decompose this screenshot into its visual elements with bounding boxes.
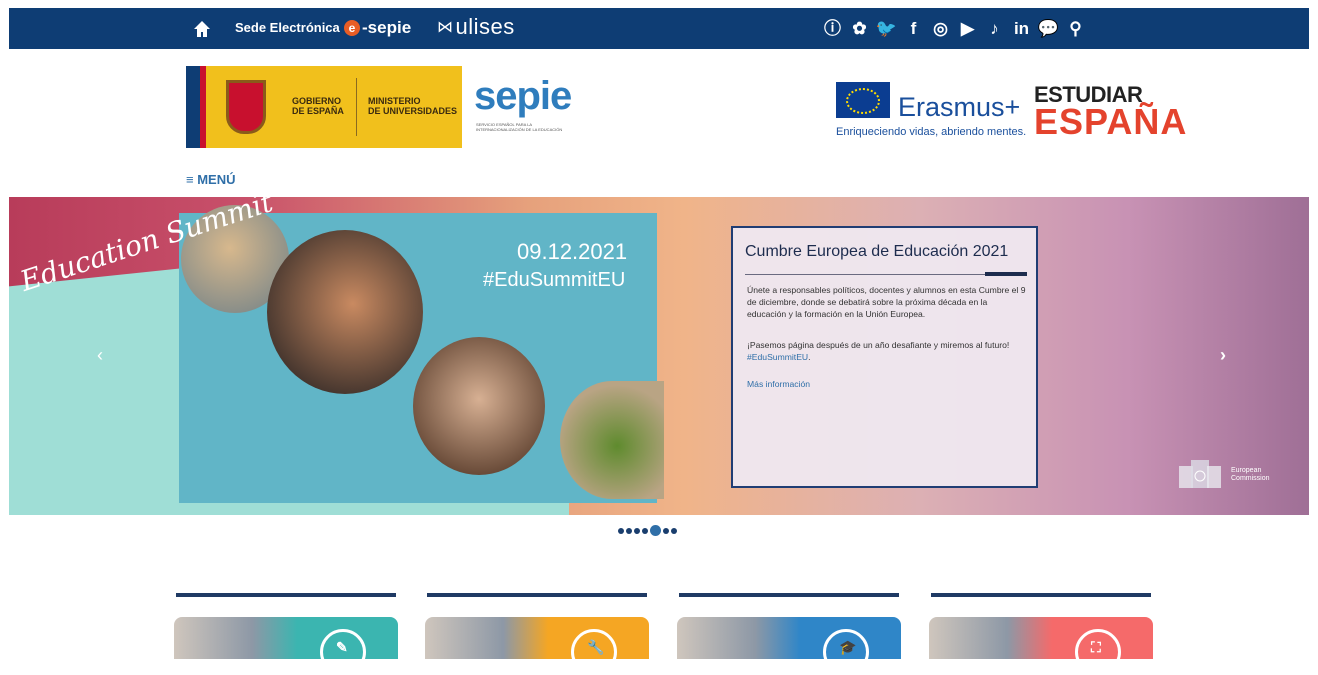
slide-title: Cumbre Europea de Educación 2021 [745, 243, 1009, 260]
slide-hashtag: #EduSummitEU [483, 269, 626, 291]
esepie-label: sepie [367, 18, 412, 37]
social-links: ⓘ ✿ 🐦 f ◎ ▶ ♪ in 💬 ⚲ [819, 17, 1089, 41]
next-arrow-icon[interactable]: › [1220, 345, 1226, 366]
slider-dot[interactable] [663, 527, 669, 534]
sepie-subtitle: SERVICIO ESPAÑOL PARA LA INTERNACIONALIZ… [476, 122, 563, 132]
youtube-icon[interactable]: ▶ [954, 17, 981, 41]
slide-caption-card: Cumbre Europea de Educación 2021 Únete a… [731, 226, 1038, 488]
slider-dot[interactable] [650, 525, 661, 536]
slide-paragraph-1: Únete a responsables políticos, docentes… [747, 285, 1026, 319]
card-icon: ✎ [336, 639, 348, 655]
card-icon: 🔧 [587, 639, 605, 655]
esepie-badge: e [344, 20, 360, 36]
slider-dot[interactable] [618, 527, 624, 534]
search-icon[interactable]: ⚲ [1062, 17, 1089, 41]
sede-electronica-link[interactable]: Sede Electrónica [235, 20, 340, 35]
section-card[interactable]: 🔧 [425, 593, 649, 675]
section-card[interactable]: 🎓 [677, 593, 901, 675]
slider-dot[interactable] [642, 527, 648, 534]
slider-dots [618, 525, 677, 536]
tiktok-icon[interactable]: ♪ [981, 17, 1008, 41]
linkedin-icon[interactable]: in [1008, 17, 1035, 41]
logo-divider [356, 78, 357, 136]
slide-date: 09.12.2021 [517, 239, 628, 264]
slider-dot[interactable] [634, 527, 640, 534]
ulises-logo-icon: ⋈ [437, 19, 454, 36]
card-top-bar [427, 593, 647, 597]
slide-paragraph-2-end: . [808, 352, 811, 362]
card-top-bar [679, 593, 899, 597]
esepie-link[interactable]: e -sepie [344, 18, 411, 38]
hero-slider: Education Summit 09.12.2021 #EduSummitEU… [9, 197, 1309, 515]
home-icon[interactable] [192, 19, 212, 39]
gobierno-logo[interactable]: GOBIERNO DE ESPAÑA MINISTERIO DE UNIVERS… [186, 66, 462, 148]
sepie-logo[interactable]: sepie [474, 76, 572, 116]
ulises-link[interactable]: ⋈ulises [437, 14, 515, 40]
chat-icon[interactable]: 💬 [1035, 17, 1062, 41]
card-top-bar [931, 593, 1151, 597]
title-rule-accent [985, 272, 1027, 276]
erasmus-tagline: Enriqueciendo vidas, abriendo mentes. [836, 126, 1027, 138]
european-commission-text: European Commission [1231, 467, 1270, 482]
espana-logo[interactable]: ESPAÑA [1034, 102, 1187, 142]
card-icon: 🎓 [839, 639, 857, 655]
twitter-icon[interactable]: 🐦 [873, 17, 900, 41]
photo-circle-students [267, 230, 423, 394]
ulises-label: ulises [455, 14, 515, 39]
more-info-link[interactable]: Más información [747, 379, 810, 389]
top-bar: Sede Electrónica e -sepie ⋈ulises ⓘ ✿ 🐦 f ◎ ▶ ♪… [9, 8, 1309, 49]
photo-circle-plant [560, 381, 664, 499]
card-icon: ⛶ [1091, 639, 1101, 655]
sepie-icon[interactable]: ✿ [846, 17, 873, 41]
coat-of-arms-icon [226, 80, 266, 134]
photo-circle-girl [413, 337, 545, 475]
card-top-bar [176, 593, 396, 597]
gobierno-text: GOBIERNO DE ESPAÑA [292, 96, 344, 116]
slider-dot[interactable] [671, 527, 677, 534]
eu-stars-icon [846, 88, 880, 114]
hashtag-link[interactable]: #EduSummitEU [747, 352, 808, 362]
menu-button[interactable]: ≡ MENÚ [186, 172, 235, 187]
slide-paragraph-2: ¡Pasemos página después de un año desafi… [747, 339, 1027, 363]
section-card[interactable]: ✎ [174, 593, 398, 675]
slide-paragraph-2-text: ¡Pasemos página después de un año desafi… [747, 340, 1010, 350]
facebook-icon[interactable]: f [900, 17, 927, 41]
european-commission-logo-icon [1179, 460, 1221, 488]
slider-dot[interactable] [626, 527, 632, 534]
ministerio-text: MINISTERIO DE UNIVERSIDADES [368, 96, 458, 116]
prev-arrow-icon[interactable]: ‹ [97, 345, 103, 366]
erasmus-logo[interactable]: Erasmus+ [898, 92, 1020, 123]
instagram-icon[interactable]: ◎ [927, 17, 954, 41]
info-icon[interactable]: ⓘ [819, 17, 846, 41]
section-card[interactable]: ⛶ [929, 593, 1153, 675]
spain-flag-icon [186, 66, 206, 148]
